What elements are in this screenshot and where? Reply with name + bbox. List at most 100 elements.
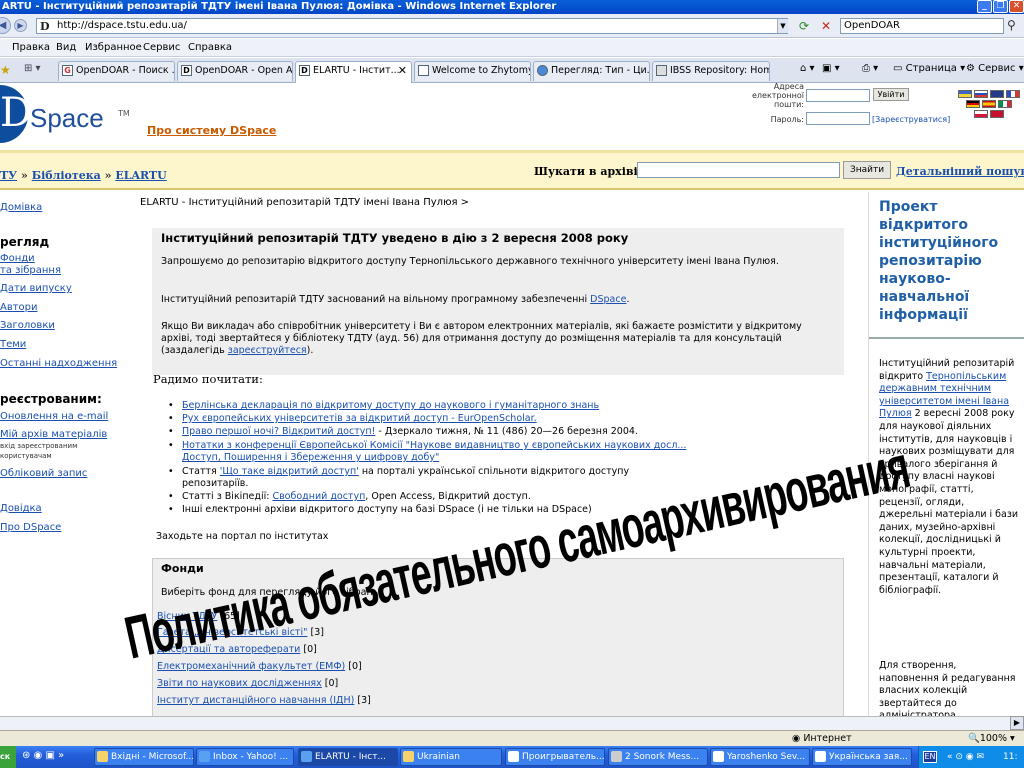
first-night-link[interactable]: Право першої ночі? Відкритий доступ! [182, 426, 375, 437]
search-icon[interactable]: ⚲ [1007, 18, 1016, 32]
nav-home[interactable]: Домівка [0, 202, 42, 213]
tab-elartu[interactable]: D ELARTU - Інстит... ✕ [295, 61, 412, 83]
horizontal-scrollbar[interactable] [0, 716, 1024, 730]
tab-ibss[interactable]: IBSS Repository: Home [652, 61, 770, 81]
address-input[interactable]: D http://dspace.tstu.edu.ua/ [36, 18, 788, 34]
ec-conference-link[interactable]: Нотатки з конференції Європейської Коміс… [182, 440, 686, 451]
community-link[interactable]: Звіти по наукових дослідженнях [157, 678, 322, 689]
tab-zhytomyr[interactable]: Welcome to Zhytomy... [414, 61, 531, 81]
taskbar-ukr-zayavka[interactable]: Українська зая... [812, 748, 912, 766]
uk-flag-icon[interactable] [990, 90, 1004, 98]
menu-tools[interactable]: Сервис [143, 42, 180, 53]
breadcrumb-university[interactable]: ТУ [0, 169, 17, 182]
berlin-declaration-link[interactable]: Берлінська декларація по відкритому дост… [182, 400, 599, 411]
list-item-continued: репозитаріїв. [182, 478, 249, 489]
nav-subjects[interactable]: Теми [0, 339, 26, 350]
tab-pereglyad[interactable]: Перегляд: Тип - Ци... [533, 61, 650, 81]
quick-tabs-icon[interactable]: ⊞ ▾ [24, 63, 41, 74]
taskbar-outlook[interactable]: Вхідні - Microsof... [94, 748, 194, 766]
menu-favorites[interactable]: Избранное [85, 42, 142, 53]
nav-help[interactable]: Довідка [0, 503, 42, 514]
ec-conference-link-cont[interactable]: Доступ, Поширення і Збереження у цифрову… [182, 452, 439, 463]
menu-edit[interactable]: Правка [12, 42, 50, 53]
start-button[interactable]: ск [0, 746, 16, 768]
breadcrumb-library[interactable]: Бібліотека [32, 169, 101, 182]
tab-opendoar-open[interactable]: D OpenDOAR - Open A... [177, 61, 293, 81]
nav-recent[interactable]: Останні надходження [0, 358, 117, 369]
register-inline-link[interactable]: зареєструйтеся [228, 345, 307, 356]
community-link[interactable]: Електромеханічний факультет (ЕМФ) [157, 661, 345, 672]
ukraine-flag-icon[interactable] [958, 90, 972, 98]
zoom-level[interactable]: 🔍100% ▾ [968, 733, 1015, 744]
close-window-button[interactable]: ✕ [1009, 0, 1024, 13]
left-navigation: Домівка регляд Фонди та зібрання Дати ви… [0, 192, 128, 716]
stop-icon[interactable]: ✕ [818, 18, 834, 34]
page-menu-button[interactable]: ▭ Страница ▾ [893, 63, 965, 74]
archive-search-label: Шукати в архіві [534, 165, 638, 178]
nav-dates[interactable]: Дати випуску [0, 283, 72, 294]
password-field[interactable] [806, 112, 870, 125]
taskbar-player[interactable]: Проигрыватель... [505, 748, 605, 766]
home-icon[interactable]: ⌂ ▾ [800, 63, 815, 74]
nav-collections[interactable]: та зібрання [0, 265, 61, 276]
tools-menu-button[interactable]: ⚙ Сервис ▾ [966, 63, 1024, 74]
about-dspace-link[interactable]: Про систему DSpace [147, 124, 276, 137]
dspace-link[interactable]: DSpace [590, 294, 626, 305]
other-flag-icon[interactable] [990, 110, 1004, 118]
menu-help[interactable]: Справка [188, 42, 232, 53]
russia-flag-icon[interactable] [974, 90, 988, 98]
favorites-star-icon[interactable]: ★ [0, 63, 11, 77]
poland-flag-icon[interactable] [974, 110, 988, 118]
back-button[interactable]: ◀ [0, 17, 11, 34]
taskbar-elartu[interactable]: ELARTU - Інст... [298, 748, 398, 766]
minimize-button[interactable]: _ [977, 0, 992, 13]
nav-email-updates[interactable]: Оновлення на e-mail [0, 411, 108, 422]
menu-view[interactable]: Вид [56, 42, 76, 53]
print-icon[interactable]: ⎙ ▾ [862, 63, 878, 74]
login-button[interactable]: Увійти [873, 88, 909, 101]
address-dropdown-icon[interactable]: ▼ [777, 19, 788, 33]
taskbar-yahoo[interactable]: Inbox - Yahoo! ... [196, 748, 294, 766]
language-indicator[interactable]: EN [923, 751, 937, 763]
tab-close-icon[interactable]: ✕ [398, 62, 407, 80]
nav-communities[interactable]: Фонди [0, 253, 35, 264]
taskbar-ukrainian[interactable]: Ukrainian [400, 748, 502, 766]
euro-scholar-link[interactable]: Рух європейських університетів за відкри… [182, 413, 537, 424]
archive-search-button[interactable]: Знайти [843, 161, 891, 179]
france-flag-icon[interactable] [1006, 90, 1020, 98]
what-is-oa-link[interactable]: 'Що таке відкритий доступ' [220, 466, 359, 477]
feeds-icon[interactable]: ▣ ▾ [822, 63, 840, 74]
breadcrumb-elartu[interactable]: ELARTU [115, 169, 166, 182]
archive-search-input[interactable] [637, 162, 840, 178]
quick-launch-icons[interactable]: ⊛ ◉ ▣ » [22, 750, 64, 761]
nav-my-archive[interactable]: Мій архів матеріалів [0, 429, 107, 440]
italy-flag-icon[interactable] [998, 100, 1012, 108]
email-field[interactable] [806, 89, 870, 102]
nav-titles[interactable]: Заголовки [0, 320, 55, 331]
dspace-logo-tm: TM [118, 109, 130, 118]
browse-heading: регляд [0, 235, 50, 249]
folder-icon [403, 751, 414, 762]
scroll-right-icon[interactable]: ▶ [1010, 716, 1024, 730]
nav-authors[interactable]: Автори [0, 302, 38, 313]
tray-icons[interactable]: « ⊙ ◉ ✉ [947, 746, 984, 768]
taskbar-yaroshenko[interactable]: Yaroshenko Sev... [710, 748, 810, 766]
wikipedia-link[interactable]: Свободний доступ [272, 491, 365, 502]
advanced-search-link[interactable]: Детальніший пошук [896, 165, 1024, 178]
refresh-icon[interactable]: ⟳ [795, 18, 813, 34]
register-link[interactable]: [Зареєструватися] [872, 115, 950, 124]
community-link[interactable]: Інститут дистанційного навчання (ІДН) [157, 695, 354, 706]
taskbar-sonork[interactable]: 2 Sonork Mess... [608, 748, 708, 766]
dspace-favicon-icon: D [181, 65, 192, 76]
globe-favicon-icon [537, 65, 548, 76]
nav-about[interactable]: Про DSpace [0, 522, 61, 533]
communities-title: Фонди [161, 562, 204, 575]
nav-account[interactable]: Обліковий запис [0, 468, 87, 479]
spain-flag-icon[interactable] [982, 100, 996, 108]
germany-flag-icon[interactable] [966, 100, 980, 108]
forward-button[interactable]: ▶ [14, 19, 27, 32]
browser-search-input[interactable]: OpenDOAR [840, 18, 1004, 34]
tab-opendoar-search[interactable]: G OpenDOAR - Поиск ... [58, 61, 175, 81]
maximize-button[interactable]: ❐ [993, 0, 1008, 13]
tab-label: Welcome to Zhytomy... [432, 65, 531, 76]
